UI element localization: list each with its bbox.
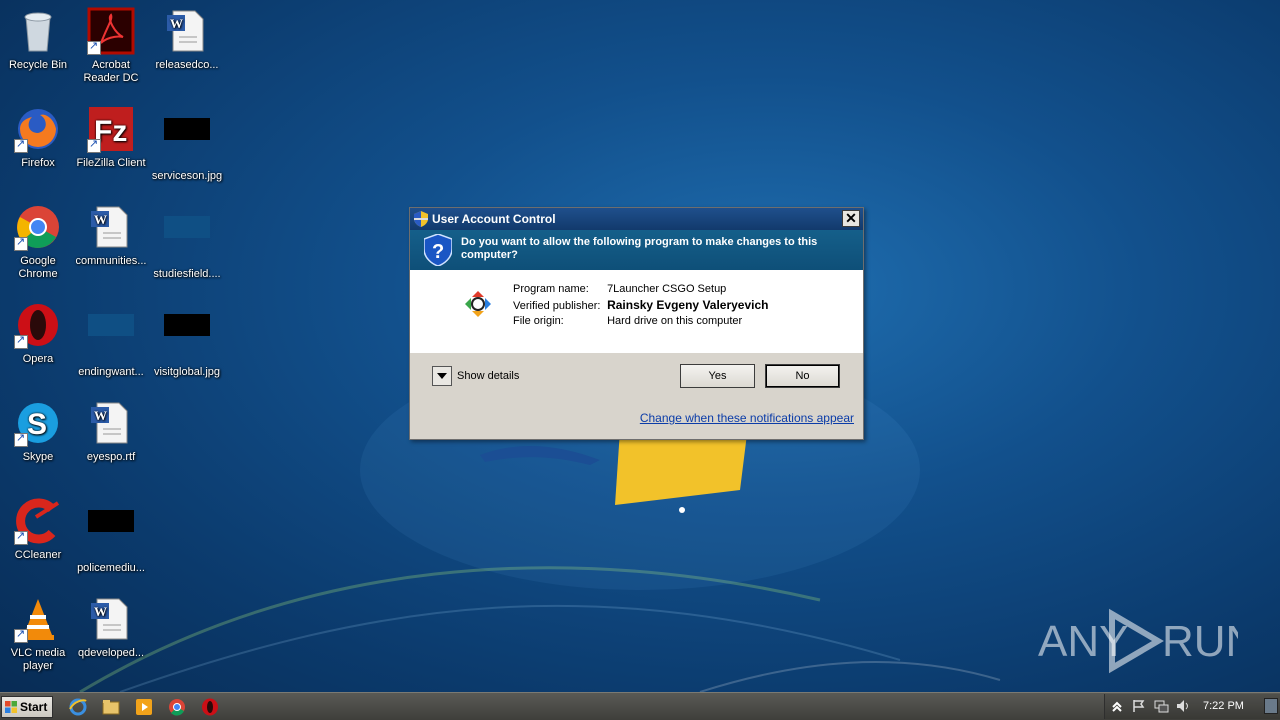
desktop-icon-skype[interactable]: S Skype bbox=[0, 399, 76, 464]
desktop-icon-vlc[interactable]: VLC media player bbox=[0, 595, 76, 673]
word-document-icon: W bbox=[91, 402, 128, 444]
opera-icon[interactable] bbox=[200, 697, 220, 717]
yes-button[interactable]: Yes bbox=[680, 364, 755, 388]
desktop-icon-acrobat-reader[interactable]: Acrobat Reader DC bbox=[73, 7, 149, 85]
desktop-icon-label: eyespo.rtf bbox=[86, 451, 136, 463]
desktop-icon-label: VLC media player bbox=[10, 647, 66, 672]
desktop-icon-label: qdeveloped... bbox=[77, 647, 145, 659]
desktop-icon-label: communities... bbox=[75, 255, 147, 267]
chevron-down-icon[interactable] bbox=[432, 366, 452, 386]
svg-text:?: ? bbox=[432, 241, 444, 263]
uac-footer: Show details Yes No Change when these no… bbox=[410, 353, 863, 441]
chrome-icon[interactable] bbox=[167, 697, 187, 717]
taskbar: Start 7:22 PM bbox=[0, 692, 1280, 720]
file-origin-value: Hard drive on this computer bbox=[607, 315, 743, 327]
publisher-value: Rainsky Evgeny Valeryevich bbox=[607, 298, 769, 312]
image-thumbnail-icon bbox=[88, 314, 134, 336]
desktop-icon-qdeveloped[interactable]: W qdeveloped... bbox=[73, 595, 149, 660]
no-button[interactable]: No bbox=[765, 364, 840, 388]
volume-icon[interactable] bbox=[1175, 698, 1191, 714]
uac-titlebar[interactable]: User Account Control ✕ bbox=[410, 208, 863, 230]
show-desktop-button[interactable] bbox=[1264, 698, 1278, 714]
desktop-icon-communities[interactable]: W communities... bbox=[73, 203, 149, 268]
media-player-icon[interactable] bbox=[134, 697, 154, 717]
publisher-row: Verified publisher: Rainsky Evgeny Valer… bbox=[513, 297, 769, 313]
watermark-right-text: RUN bbox=[1162, 617, 1238, 666]
word-document-icon: W bbox=[91, 598, 128, 640]
image-thumbnail-icon bbox=[164, 314, 210, 336]
network-icon[interactable] bbox=[1153, 698, 1169, 714]
desktop-icon-label: Recycle Bin bbox=[8, 59, 68, 71]
svg-text:W: W bbox=[170, 16, 183, 31]
desktop-icon-eyespo[interactable]: W eyespo.rtf bbox=[73, 399, 149, 464]
image-thumbnail-icon bbox=[88, 510, 134, 532]
recycle-bin-icon bbox=[24, 12, 52, 52]
program-info: Program name: 7Launcher CSGO Setup Verif… bbox=[410, 270, 863, 353]
file-origin-row: File origin: Hard drive on this computer bbox=[513, 313, 769, 329]
desktop-icon-studiesfield[interactable]: studiesfield.... bbox=[149, 203, 225, 281]
show-details-toggle[interactable]: Show details bbox=[432, 366, 519, 386]
desktop-icon-filezilla[interactable]: Fz FileZilla Client bbox=[73, 105, 149, 170]
desktop-icon-firefox[interactable]: Firefox bbox=[0, 105, 76, 170]
uac-question-text: Do you want to allow the following progr… bbox=[461, 236, 818, 261]
desktop-icon-label: policemediu... bbox=[77, 562, 145, 574]
desktop-icon-google-chrome[interactable]: Google Chrome bbox=[0, 203, 76, 281]
desktop-icon-label: Opera bbox=[22, 353, 54, 365]
show-hidden-icons-icon[interactable] bbox=[1109, 698, 1125, 714]
desktop-icon-visitglobal[interactable]: visitglobal.jpg bbox=[149, 301, 225, 379]
uac-title: User Account Control bbox=[432, 212, 556, 226]
program-details: Program name: 7Launcher CSGO Setup Verif… bbox=[513, 281, 769, 329]
program-icon bbox=[465, 291, 491, 317]
desktop-icon-label: CCleaner bbox=[14, 549, 62, 561]
desktop-icon-label: FileZilla Client bbox=[76, 157, 146, 169]
desktop-icon-label: Firefox bbox=[21, 157, 55, 169]
desktop-icon-label: Acrobat Reader DC bbox=[83, 59, 139, 84]
desktop-icon-label: studiesfield.... bbox=[153, 268, 221, 280]
svg-text:W: W bbox=[94, 408, 107, 423]
start-label[interactable]: Start bbox=[20, 700, 47, 714]
desktop-icon-label: Google Chrome bbox=[18, 255, 58, 280]
svg-text:W: W bbox=[94, 212, 107, 227]
desktop-icon-releasedco[interactable]: W releasedco... bbox=[149, 7, 225, 72]
desktop-icon-serviceson[interactable]: serviceson.jpg bbox=[149, 105, 225, 183]
uac-dialog: User Account Control ✕ ? Do you want to … bbox=[409, 207, 864, 440]
uac-shield-icon bbox=[414, 211, 428, 227]
desktop-icon-endingwant[interactable]: endingwant... bbox=[73, 301, 149, 379]
desktop-icon-label: endingwant... bbox=[78, 366, 144, 378]
program-name-value: 7Launcher CSGO Setup bbox=[607, 283, 727, 295]
desktop-icon-label: Skype bbox=[22, 451, 54, 463]
close-button[interactable]: ✕ bbox=[842, 210, 860, 227]
publisher-label: Verified publisher: bbox=[513, 300, 601, 312]
anyrun-watermark: ANY RUN bbox=[1038, 608, 1238, 674]
desktop-icon-label: releasedco... bbox=[155, 59, 219, 71]
desktop-icon-policemediu[interactable]: policemediu... bbox=[73, 497, 149, 575]
tray-icons bbox=[1109, 698, 1191, 714]
internet-explorer-icon[interactable] bbox=[68, 697, 88, 717]
image-thumbnail-icon bbox=[164, 216, 210, 238]
desktop-icon-label: serviceson.jpg bbox=[151, 170, 223, 182]
program-name-label: Program name: bbox=[513, 283, 589, 295]
windows-flag-icon bbox=[5, 701, 17, 713]
clock[interactable]: 7:22 PM bbox=[1203, 700, 1244, 712]
change-notifications-link[interactable]: Change when these notifications appear bbox=[640, 411, 854, 425]
word-document-icon: W bbox=[167, 10, 204, 52]
program-name-row: Program name: 7Launcher CSGO Setup bbox=[513, 281, 769, 297]
file-origin-label: File origin: bbox=[513, 315, 564, 327]
system-tray: 7:22 PM bbox=[1104, 694, 1280, 719]
desktop-icon-opera[interactable]: Opera bbox=[0, 301, 76, 366]
desktop-icon-ccleaner[interactable]: CCleaner bbox=[0, 497, 76, 562]
uac-question-banner: ? Do you want to allow the following pro… bbox=[410, 230, 863, 270]
taskbar-pinned-apps bbox=[68, 697, 220, 717]
word-document-icon: W bbox=[91, 206, 128, 248]
start-button[interactable]: Start bbox=[1, 696, 53, 718]
action-center-flag-icon[interactable] bbox=[1131, 698, 1147, 714]
desktop-icon-recycle-bin[interactable]: Recycle Bin bbox=[0, 7, 76, 72]
svg-text:W: W bbox=[94, 604, 107, 619]
file-explorer-icon[interactable] bbox=[101, 697, 121, 717]
desktop-icon-label: visitglobal.jpg bbox=[153, 366, 221, 378]
svg-text:S: S bbox=[27, 408, 47, 441]
image-thumbnail-icon bbox=[164, 118, 210, 140]
show-details-label[interactable]: Show details bbox=[457, 370, 519, 382]
question-shield-icon: ? bbox=[424, 234, 452, 266]
